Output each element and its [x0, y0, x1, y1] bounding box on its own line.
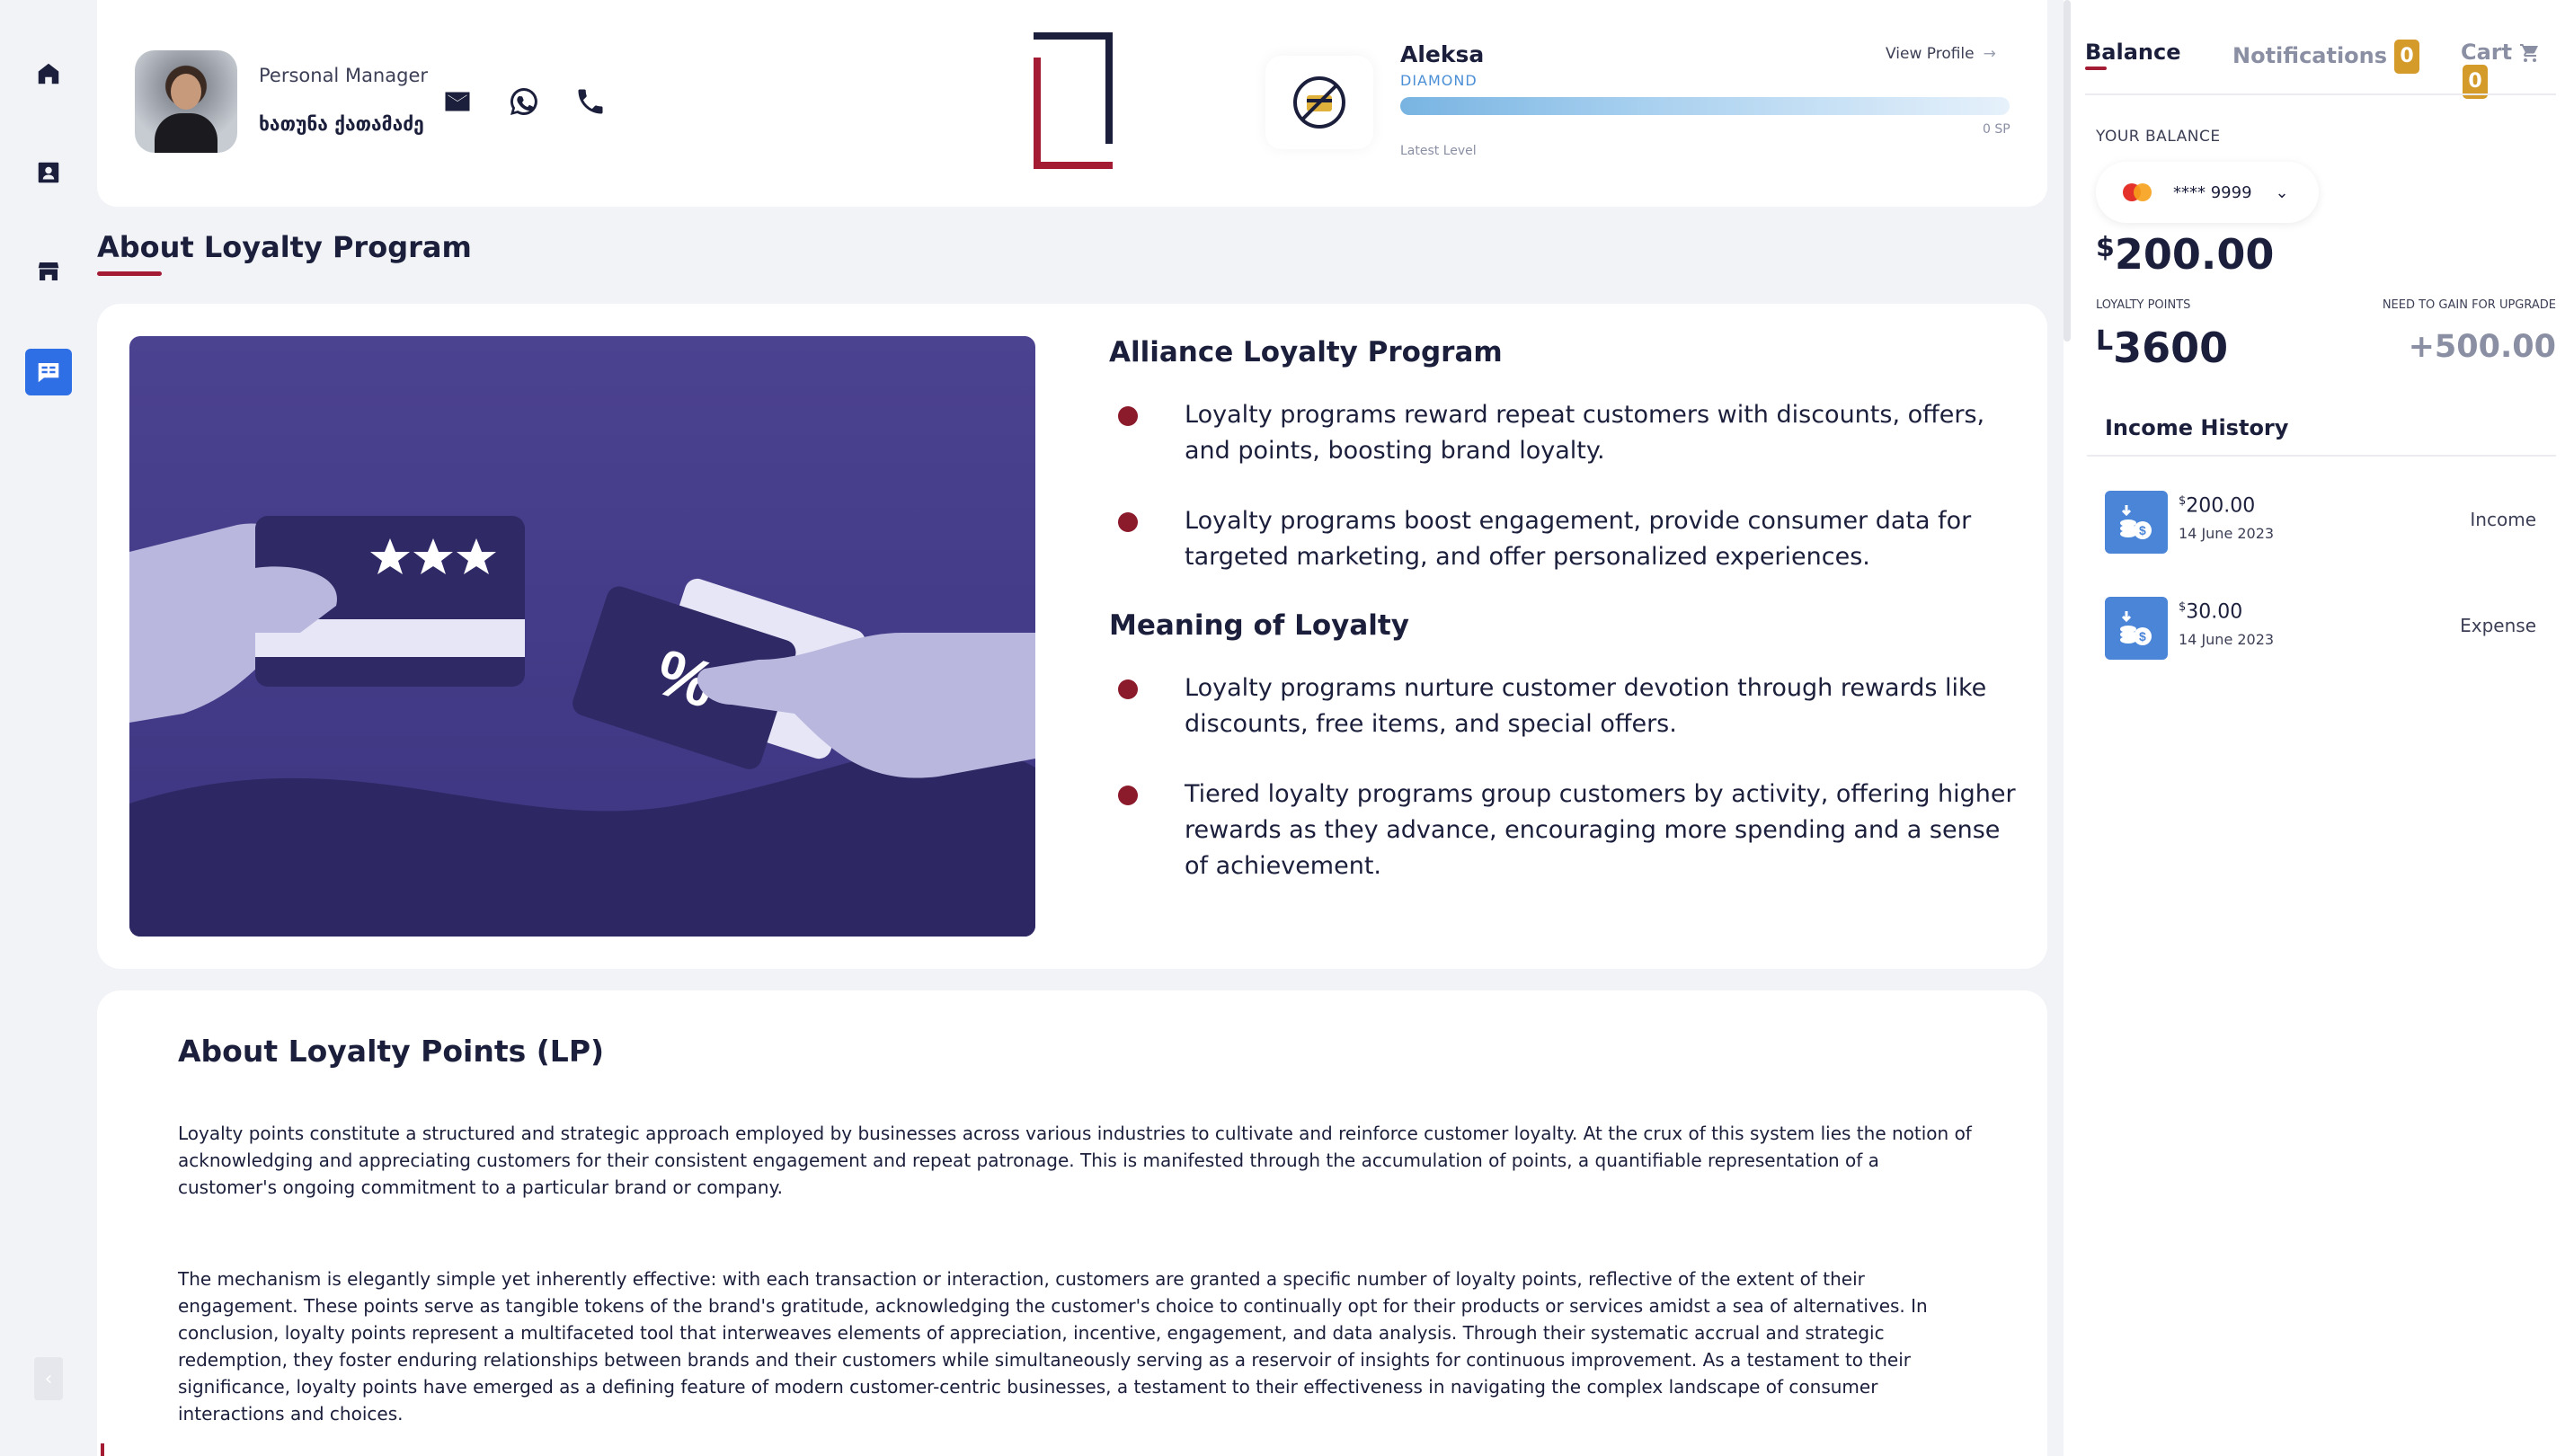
history-date: 14 June 2023 [2179, 525, 2275, 542]
coin-deposit-icon: $ [2105, 491, 2168, 554]
program-text: Alliance Loyalty Program Loyalty program… [1109, 336, 2017, 919]
manager-avatar [135, 50, 237, 153]
loyalty-points-currency: L [2096, 325, 2114, 357]
home-icon [38, 63, 59, 84]
meaning-heading: Meaning of Loyalty [1109, 609, 1409, 642]
card-selector[interactable]: **** 9999 ⌄ [2096, 162, 2319, 223]
history-row[interactable]: $ $200.00 14 June 2023 Income [2105, 491, 2536, 554]
level-progress-bar [1400, 97, 2010, 115]
notifications-count-badge: 0 [2394, 40, 2420, 74]
user-tier: DIAMOND [1400, 72, 1478, 89]
points-heading: About Loyalty Points (LP) [178, 1034, 605, 1069]
chevron-left-icon: ‹ [44, 1367, 53, 1390]
level-points-label: 0 SP [1983, 122, 2010, 137]
loyalty-points-card: About Loyalty Points (LP) Loyalty points… [97, 990, 2047, 1456]
call-manager-button[interactable] [572, 83, 609, 120]
history-amount: $30.00 [2179, 600, 2242, 623]
loyalty-card-illustration: % [129, 336, 1035, 937]
tab-balance-label: Balance [2085, 40, 2181, 65]
points-paragraph: Loyalty points constitute a structured a… [178, 1123, 1972, 1198]
loyalty-points-amount: L3600 [2096, 324, 2228, 372]
svg-text:$: $ [2139, 629, 2146, 644]
card-number: **** 9999 [2173, 182, 2252, 202]
history-value: 30.00 [2186, 600, 2243, 624]
mail-icon [445, 92, 470, 111]
coin-deposit-icon: $ [2105, 597, 2168, 660]
account-panel: Balance Notifications 0 Cart 0 YOUR BALAN… [2064, 0, 2574, 1456]
tab-balance[interactable]: Balance [2085, 40, 2181, 65]
loyalty-book-icon [38, 363, 59, 383]
upgrade-amount: +500.00 [2408, 329, 2556, 365]
tab-cart-label: Cart [2461, 40, 2513, 65]
svg-text:$: $ [2139, 523, 2146, 537]
manager-label: Personal Manager [259, 65, 428, 86]
chevron-down-icon: ⌄ [2275, 182, 2289, 202]
tab-notifications-label: Notifications [2232, 43, 2388, 68]
page-title: About Loyalty Program [97, 230, 472, 264]
meaning-bullet: Tiered loyalty programs group customers … [1109, 777, 2017, 884]
loyalty-program-card: % Alliance Loyalty Program Loyalty progr… [97, 304, 2047, 969]
loyalty-points-label: LOYALTY POINTS [2096, 298, 2191, 312]
user-name: Aleksa [1400, 41, 1485, 67]
program-bullet: Loyalty programs boost engagement, provi… [1109, 503, 2017, 575]
loyalty-points-value: 3600 [2113, 324, 2229, 372]
history-date: 14 June 2023 [2179, 631, 2275, 648]
your-balance-label: YOUR BALANCE [2096, 128, 2221, 146]
cart-icon [2520, 44, 2539, 62]
title-underline [97, 271, 162, 276]
active-tab-indicator [2085, 67, 2107, 70]
balance-currency: $ [2096, 232, 2115, 263]
email-manager-button[interactable] [439, 83, 476, 120]
view-profile-label: View Profile [1886, 45, 1975, 63]
collapse-sidebar-button[interactable]: ‹ [34, 1357, 63, 1400]
upgrade-label: NEED TO GAIN FOR UPGRADE [2382, 298, 2556, 312]
manager-name: ხათუნა ქათამაძე [259, 113, 424, 135]
balance-value: 200.00 [2114, 230, 2275, 279]
no-card-icon [1293, 76, 1345, 129]
panel-scrollbar[interactable] [2064, 0, 2071, 342]
income-history-title: Income History [2105, 415, 2289, 440]
left-nav: ‹ [0, 0, 97, 1456]
whatsapp-icon [510, 88, 537, 115]
nav-loyalty[interactable] [25, 349, 72, 395]
panel-tabs: Balance Notifications 0 Cart 0 [2085, 40, 2552, 99]
nav-store[interactable] [25, 248, 72, 295]
nav-home[interactable] [25, 50, 72, 97]
latest-level-label: Latest Level [1400, 144, 1477, 158]
history-row[interactable]: $ $30.00 14 June 2023 Expense [2105, 597, 2536, 660]
income-history-divider [2087, 455, 2556, 457]
contact-card-icon [38, 162, 59, 183]
arrow-right-icon: → [1983, 45, 1996, 63]
points-paragraph: The mechanism is elegantly simple yet in… [178, 1268, 1928, 1425]
history-amount: $200.00 [2179, 494, 2255, 517]
history-type: Expense [2460, 615, 2536, 636]
program-heading: Alliance Loyalty Program [1109, 336, 1503, 368]
section-marker [101, 1443, 104, 1456]
history-type: Income [2470, 509, 2536, 530]
program-bullet: Loyalty programs reward repeat customers… [1109, 397, 2017, 469]
store-icon [38, 262, 59, 280]
history-value: 200.00 [2186, 494, 2256, 518]
top-header: Personal Manager ხათუნა ქათამაძე Aleksa … [97, 0, 2047, 207]
tier-badge [1265, 56, 1373, 149]
meaning-bullet: Loyalty programs nurture customer devoti… [1109, 670, 2017, 742]
tab-cart[interactable]: Cart 0 [2461, 40, 2552, 99]
tab-notifications[interactable]: Notifications 0 [2232, 40, 2420, 74]
nav-profile[interactable] [25, 149, 72, 196]
tabs-divider [2085, 93, 2556, 95]
company-logo [1034, 32, 1113, 169]
phone-icon [578, 89, 603, 114]
mastercard-icon [2123, 183, 2152, 201]
balance-amount: $200.00 [2096, 230, 2274, 279]
view-profile-link[interactable]: View Profile → [1886, 45, 1996, 63]
whatsapp-manager-button[interactable] [505, 83, 543, 120]
